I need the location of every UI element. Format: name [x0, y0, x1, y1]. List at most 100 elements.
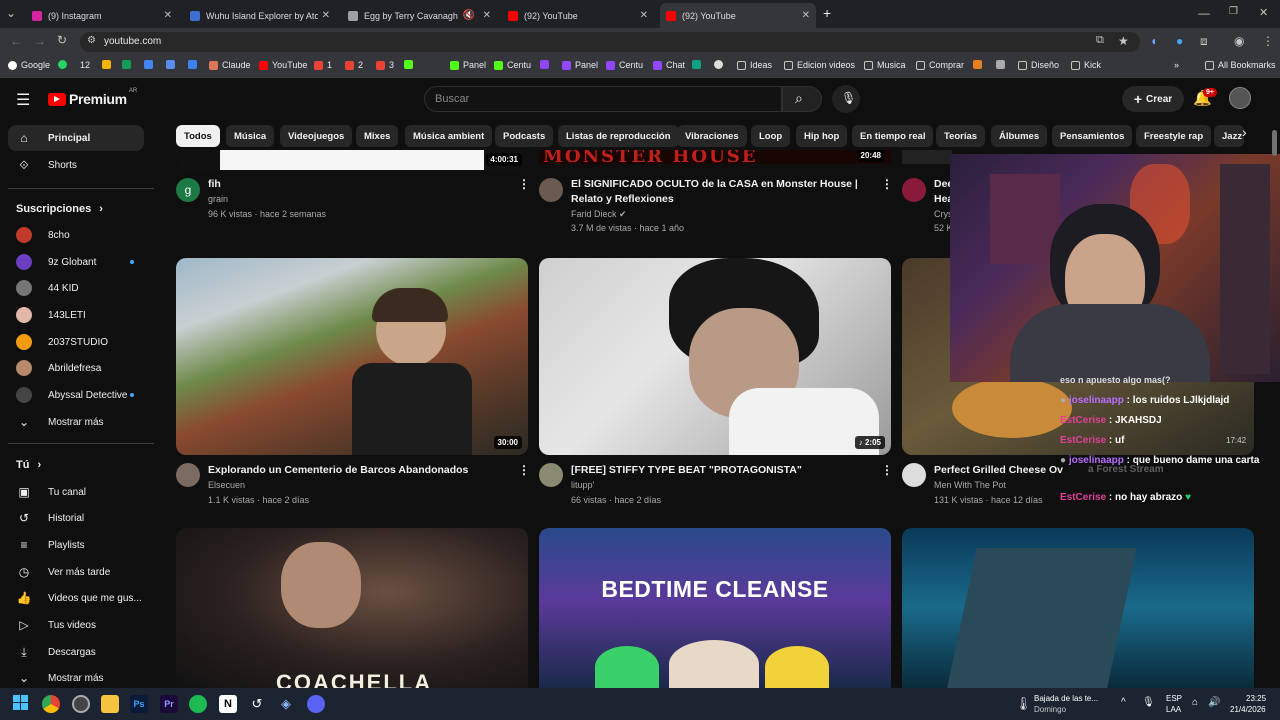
channel-avatar[interactable]: g — [176, 178, 200, 202]
bookmark-panel-2[interactable]: Panel — [562, 60, 598, 70]
vpn-icon[interactable]: ● — [1176, 34, 1183, 48]
spotify-icon[interactable] — [189, 695, 207, 713]
sidebar-item-44-kid[interactable]: 44 KID — [8, 275, 144, 301]
search-input[interactable]: Buscar — [424, 86, 782, 112]
video-thumbnail[interactable]: MONSTER HOUSE 20:48 — [539, 150, 891, 164]
close-icon[interactable]: ✕ — [322, 10, 330, 21]
sidebar-item-playlists[interactable]: ≡ Playlists — [8, 532, 144, 558]
file-explorer-icon[interactable] — [101, 695, 119, 713]
you-header[interactable]: Tú › — [16, 459, 41, 471]
video-title[interactable]: fih — [208, 177, 221, 192]
more-options-icon[interactable]: ⋮ — [518, 177, 530, 191]
chip-musica-ambient[interactable]: Música ambient — [405, 125, 493, 147]
avatar[interactable] — [1229, 87, 1251, 109]
video-thumbnail[interactable]: 4:00:31 — [176, 150, 528, 170]
url-input[interactable]: ⚙ youtube.com — [80, 32, 1140, 52]
bookmark-12[interactable]: 12 — [80, 60, 90, 70]
tab-egg[interactable]: Egg by Terry Cavanagh 🔇 ✕ — [342, 3, 497, 28]
chip-teorias[interactable]: Teorías — [936, 125, 986, 147]
muted-icon[interactable]: 🔇 — [463, 10, 475, 21]
chip-tiempo-real[interactable]: En tiempo real — [852, 125, 934, 147]
new-tab-button[interactable]: + — [823, 5, 831, 21]
close-icon[interactable]: ✕ — [483, 10, 491, 21]
video-thumbnail[interactable]: COACHELLA — [176, 528, 528, 688]
more-options-icon[interactable]: ⋮ — [881, 177, 893, 191]
bookmark-sheets[interactable] — [122, 60, 135, 69]
notion-icon[interactable]: N — [219, 695, 237, 713]
channel-name[interactable]: grain — [208, 192, 228, 206]
sidebar-item-ver-mas-tarde[interactable]: ◷ Ver más tarde — [8, 559, 144, 585]
sidebar-item-principal[interactable]: ⌂ Principal — [8, 125, 144, 151]
forward-icon[interactable]: → — [34, 34, 46, 48]
sidebar-item-8cho[interactable]: 8cho — [8, 222, 144, 248]
bookmarks-overflow[interactable]: » — [1174, 60, 1179, 70]
menu-icon[interactable]: ⋮ — [1262, 34, 1274, 48]
close-icon[interactable]: ✕ — [640, 10, 648, 21]
windows-start-icon[interactable] — [13, 695, 31, 713]
more-options-icon[interactable]: ⋮ — [881, 463, 893, 477]
chip-vibraciones[interactable]: Vibraciones — [677, 125, 747, 147]
bookmark-star-icon[interactable]: ★ — [1118, 34, 1129, 48]
youtube-logo[interactable]: Premium AR — [48, 88, 137, 107]
weather-icon[interactable]: 🌡 — [1015, 696, 1032, 712]
channel-avatar[interactable] — [176, 463, 200, 487]
app-icon[interactable]: ↺ — [248, 695, 266, 713]
bookmark-comprar[interactable]: Comprar — [916, 60, 964, 70]
channel-name[interactable]: litupp' — [571, 478, 594, 492]
bookmark-gmail-2[interactable]: 2 — [345, 60, 363, 70]
chip-todos[interactable]: Todos — [176, 125, 220, 147]
chip-hip-hop[interactable]: Hip hop — [796, 125, 848, 147]
video-thumbnail[interactable]: BEDTIME CLEANSE — [539, 528, 891, 688]
close-icon[interactable]: ✕ — [802, 10, 810, 21]
bookmark-gmail-3[interactable]: 3 — [376, 60, 394, 70]
channel-name[interactable]: Men With The Pot — [934, 478, 1006, 492]
microphone-icon[interactable]: 🎙 — [1142, 697, 1155, 708]
video-thumbnail[interactable]: 30:00 — [176, 258, 528, 455]
minimize-icon[interactable]: — — [1198, 6, 1210, 20]
tab-youtube-1[interactable]: (92) YouTube ✕ — [502, 3, 654, 28]
tab-youtube-active[interactable]: (92) YouTube ✕ — [660, 3, 816, 28]
video-thumbnail[interactable] — [902, 528, 1254, 688]
bookmark-panel-1[interactable]: Panel — [450, 60, 486, 70]
sidebar-item-descargas[interactable]: ⤓ Descargas — [8, 639, 144, 665]
sidebar-item-abyssal-detective[interactable]: Abyssal Detective — [8, 382, 144, 408]
maximize-icon[interactable]: ❐ — [1229, 6, 1238, 17]
channel-name[interactable]: Farid Dieck ✔ — [571, 207, 627, 221]
chip-listas[interactable]: Listas de reproducción — [558, 125, 679, 147]
video-thumbnail[interactable] — [902, 150, 952, 164]
sidebar-item-143leti[interactable]: 143LETI — [8, 302, 144, 328]
video-title[interactable]: Explorando un Cementerio de Barcos Aband… — [208, 463, 468, 478]
profile-icon[interactable]: ◉ — [1234, 34, 1244, 48]
bookmark-centu-2[interactable]: Centu — [606, 60, 643, 70]
bookmark-youtube[interactable]: YouTube — [259, 60, 307, 70]
bookmark-chat[interactable]: Chat — [653, 60, 685, 70]
bookmark-kick[interactable] — [404, 60, 417, 69]
chrome-icon[interactable] — [42, 695, 60, 713]
chip-albumes[interactable]: Álbumes — [991, 125, 1048, 147]
chip-freestyle-rap[interactable]: Freestyle rap — [1136, 125, 1212, 147]
bookmark-kick-folder[interactable]: Kick — [1071, 60, 1101, 70]
channel-avatar[interactable] — [902, 178, 926, 202]
app-icon[interactable] — [72, 695, 90, 713]
voice-search-button[interactable]: 🎙 — [832, 85, 860, 113]
video-title[interactable]: [FREE] STIFFY TYPE BEAT "PROTAGONISTA" — [571, 463, 802, 478]
video-thumbnail[interactable]: ♪ 2:05 — [539, 258, 891, 455]
tab-instagram[interactable]: (9) Instagram ✕ — [26, 3, 178, 28]
bookmark-docs[interactable] — [144, 60, 157, 69]
network-icon[interactable]: ⌂ — [1192, 697, 1198, 708]
discord-icon[interactable] — [307, 695, 325, 713]
more-options-icon[interactable]: ⋮ — [518, 463, 530, 477]
hamburger-menu-icon[interactable]: ☰ — [16, 90, 30, 110]
chip-loop[interactable]: Loop — [751, 125, 791, 147]
tab-wuhu[interactable]: Wuhu Island Explorer by Atomic ✕ — [184, 3, 336, 28]
bookmark-calendar[interactable] — [166, 60, 179, 69]
bookmark-ideas[interactable]: Ideas — [737, 60, 772, 70]
bookmark-diseno[interactable]: Diseño — [1018, 60, 1059, 70]
bookmark-edicion-videos[interactable]: Edicion videos — [784, 60, 855, 70]
bookmark-claude[interactable]: Claude — [209, 60, 251, 70]
sidebar-item-liked-videos[interactable]: 👍 Videos que me gus... — [8, 585, 144, 611]
chip-musica[interactable]: Música — [226, 125, 275, 147]
channel-avatar[interactable] — [539, 178, 563, 202]
bookmark-app-5[interactable] — [996, 60, 1009, 69]
premiere-icon[interactable]: Pr — [160, 695, 178, 713]
